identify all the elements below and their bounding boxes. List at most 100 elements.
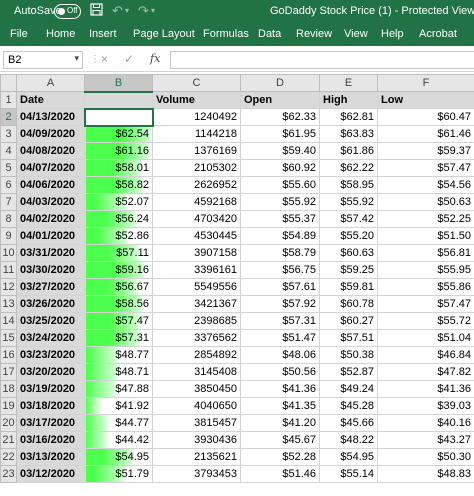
tab-page-layout[interactable]: Page Layout [133, 28, 195, 40]
column-header-b[interactable]: B [84, 74, 153, 93]
header-date[interactable]: Date [16, 91, 85, 109]
databar-cell[interactable]: $54.95 [84, 448, 153, 466]
open-cell[interactable]: $51.46 [240, 465, 320, 483]
open-cell[interactable]: $52.28 [240, 448, 320, 466]
databar-cell[interactable]: $57.11 [84, 244, 153, 262]
header-volume[interactable]: Volume [152, 91, 241, 109]
date-cell[interactable]: 04/06/2020 [16, 176, 85, 194]
high-cell[interactable]: $57.51 [319, 329, 378, 347]
low-cell[interactable]: $55.86 [377, 278, 474, 296]
autosave-toggle[interactable]: Off [54, 4, 81, 19]
open-cell[interactable]: $57.31 [240, 312, 320, 330]
date-cell[interactable]: 03/26/2020 [16, 295, 85, 313]
open-cell[interactable]: $55.92 [240, 193, 320, 211]
open-cell[interactable]: $51.47 [240, 329, 320, 347]
databar-cell[interactable]: $58.56 [84, 295, 153, 313]
open-cell[interactable]: $41.36 [240, 380, 320, 398]
volume-cell[interactable]: 2105302 [152, 159, 241, 177]
row-header[interactable]: 13 [0, 295, 17, 313]
low-cell[interactable]: $47.82 [377, 363, 474, 381]
low-cell[interactable]: $57.47 [377, 295, 474, 313]
open-cell[interactable]: $41.20 [240, 414, 320, 432]
active-cell[interactable] [83, 107, 154, 127]
databar-cell[interactable]: $48.71 [84, 363, 153, 381]
high-cell[interactable]: $63.83 [319, 125, 378, 143]
enter-icon[interactable]: ✓ [124, 52, 134, 66]
databar-cell[interactable]: $47.88 [84, 380, 153, 398]
row-header[interactable]: 18 [0, 380, 17, 398]
date-cell[interactable]: 03/27/2020 [16, 278, 85, 296]
row-header[interactable]: 9 [0, 227, 17, 245]
high-cell[interactable]: $61.86 [319, 142, 378, 160]
tab-data[interactable]: Data [258, 28, 281, 40]
date-cell[interactable]: 03/25/2020 [16, 312, 85, 330]
volume-cell[interactable]: 4592168 [152, 193, 241, 211]
column-header-e[interactable]: E [319, 74, 378, 92]
volume-cell[interactable]: 4040650 [152, 397, 241, 415]
row-header[interactable]: 17 [0, 363, 17, 381]
row-header[interactable]: 6 [0, 176, 17, 194]
row-header[interactable]: 15 [0, 329, 17, 347]
date-cell[interactable]: 04/03/2020 [16, 193, 85, 211]
databar-cell[interactable]: $61.16 [84, 142, 153, 160]
low-cell[interactable]: $57.47 [377, 159, 474, 177]
high-cell[interactable]: $55.20 [319, 227, 378, 245]
undo-icon[interactable]: ↶ [112, 3, 123, 19]
row-header[interactable]: 11 [0, 261, 17, 279]
open-cell[interactable]: $59.40 [240, 142, 320, 160]
date-cell[interactable]: 03/30/2020 [16, 261, 85, 279]
date-cell[interactable]: 03/17/2020 [16, 414, 85, 432]
high-cell[interactable]: $45.66 [319, 414, 378, 432]
open-cell[interactable]: $57.92 [240, 295, 320, 313]
high-cell[interactable]: $55.14 [319, 465, 378, 483]
low-cell[interactable]: $61.46 [377, 125, 474, 143]
tab-view[interactable]: View [344, 28, 368, 40]
row-header[interactable]: 16 [0, 346, 17, 364]
high-cell[interactable]: $50.38 [319, 346, 378, 364]
low-cell[interactable]: $50.30 [377, 448, 474, 466]
date-cell[interactable]: 04/09/2020 [16, 125, 85, 143]
open-cell[interactable]: $56.75 [240, 261, 320, 279]
high-cell[interactable]: $57.42 [319, 210, 378, 228]
low-cell[interactable]: $54.56 [377, 176, 474, 194]
row-header[interactable]: 21 [0, 431, 17, 449]
open-cell[interactable]: $41.35 [240, 397, 320, 415]
date-cell[interactable]: 04/02/2020 [16, 210, 85, 228]
open-cell[interactable]: $62.33 [240, 108, 320, 126]
date-cell[interactable]: 03/24/2020 [16, 329, 85, 347]
date-cell[interactable]: 04/08/2020 [16, 142, 85, 160]
databar-cell[interactable]: $56.24 [84, 210, 153, 228]
high-cell[interactable]: $60.78 [319, 295, 378, 313]
low-cell[interactable]: $50.63 [377, 193, 474, 211]
low-cell[interactable]: $55.95 [377, 261, 474, 279]
row-header[interactable]: 10 [0, 244, 17, 262]
worksheet-grid[interactable]: A B C D E F 1 Date Volume Open High Low … [0, 74, 474, 496]
volume-cell[interactable]: 2398685 [152, 312, 241, 330]
high-cell[interactable]: $48.22 [319, 431, 378, 449]
header-b[interactable] [84, 91, 153, 109]
low-cell[interactable]: $56.81 [377, 244, 474, 262]
low-cell[interactable]: $52.25 [377, 210, 474, 228]
high-cell[interactable]: $52.87 [319, 363, 378, 381]
date-cell[interactable]: 03/18/2020 [16, 397, 85, 415]
select-all-button[interactable] [0, 74, 17, 92]
date-cell[interactable]: 03/12/2020 [16, 465, 85, 483]
formula-input[interactable] [170, 51, 474, 69]
tab-help[interactable]: Help [381, 28, 404, 40]
volume-cell[interactable]: 4530445 [152, 227, 241, 245]
tab-home[interactable]: Home [46, 28, 75, 40]
header-open[interactable]: Open [240, 91, 320, 109]
row-header[interactable]: 3 [0, 125, 17, 143]
open-cell[interactable]: $45.67 [240, 431, 320, 449]
open-cell[interactable]: $48.06 [240, 346, 320, 364]
databar-cell[interactable]: $52.07 [84, 193, 153, 211]
cancel-icon[interactable]: × [101, 52, 108, 66]
open-cell[interactable]: $55.60 [240, 176, 320, 194]
open-cell[interactable]: $55.37 [240, 210, 320, 228]
high-cell[interactable]: $45.28 [319, 397, 378, 415]
low-cell[interactable]: $48.83 [377, 465, 474, 483]
databar-cell[interactable]: $57.47 [84, 312, 153, 330]
chevron-down-icon[interactable]: ▾ [74, 53, 79, 64]
databar-cell[interactable]: $62.54 [84, 125, 153, 143]
volume-cell[interactable]: 2135621 [152, 448, 241, 466]
